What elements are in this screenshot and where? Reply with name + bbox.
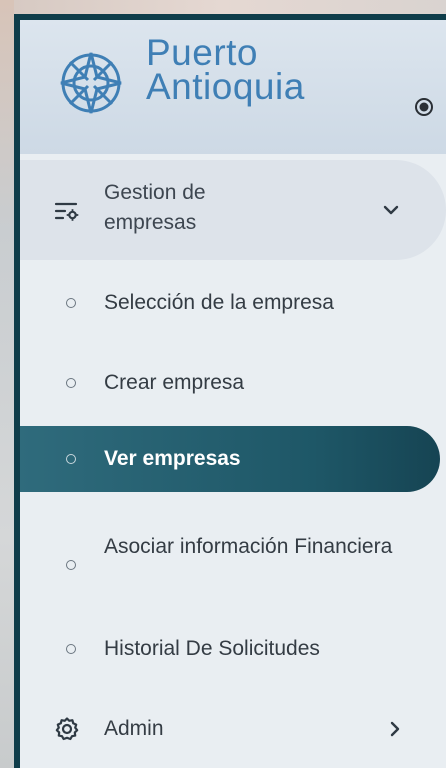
bullet-icon — [66, 298, 76, 308]
bullet-icon — [66, 644, 76, 654]
menu-item-admin[interactable]: Admin — [20, 700, 446, 760]
menu-item-ver-empresas[interactable]: Ver empresas — [20, 426, 440, 492]
menu-group-gestion-de-empresas[interactable]: Gestion de empresas — [20, 160, 446, 260]
menu-item-crear-empresa[interactable]: Crear empresa — [20, 348, 446, 414]
menu-item-seleccion-empresa[interactable]: Selección de la empresa — [20, 268, 446, 334]
menu-item-label: Crear empresa — [104, 371, 245, 394]
chevron-down-icon — [383, 205, 399, 215]
menu-item-label: Historial De Solicitudes — [104, 637, 320, 660]
menu-item-asociar-informacion-financiera[interactable]: Asociar información Financiera — [20, 520, 446, 606]
menu-item-label: Asociar información Financiera — [104, 535, 393, 558]
menu-item-historial-solicitudes[interactable]: Historial De Solicitudes — [20, 614, 446, 680]
menu-item-label: Admin — [104, 717, 164, 740]
background-stripe — [0, 0, 14, 768]
menu-item-label: Ver empresas — [104, 447, 241, 470]
brand-line-2: Antioquia — [146, 66, 305, 107]
bullet-icon — [66, 454, 76, 464]
brand-line-1: Puerto — [146, 32, 259, 73]
radio-toggle-icon[interactable] — [414, 97, 434, 117]
sidebar-header: Puerto Antioquia — [20, 20, 446, 154]
bullet-icon — [66, 560, 76, 570]
compass-rose-icon — [60, 52, 122, 114]
sidebar: Puerto Antioquia Gestion de empresas Sel… — [14, 14, 446, 768]
gear-icon — [55, 717, 79, 741]
chevron-right-icon — [390, 721, 400, 737]
menu-item-label: Selección de la empresa — [104, 291, 334, 314]
bullet-icon — [66, 378, 76, 388]
list-settings-icon — [54, 202, 79, 221]
brand-name: Puerto Antioquia — [146, 32, 305, 107]
menu-group-label: Gestion de empresas — [104, 181, 206, 234]
